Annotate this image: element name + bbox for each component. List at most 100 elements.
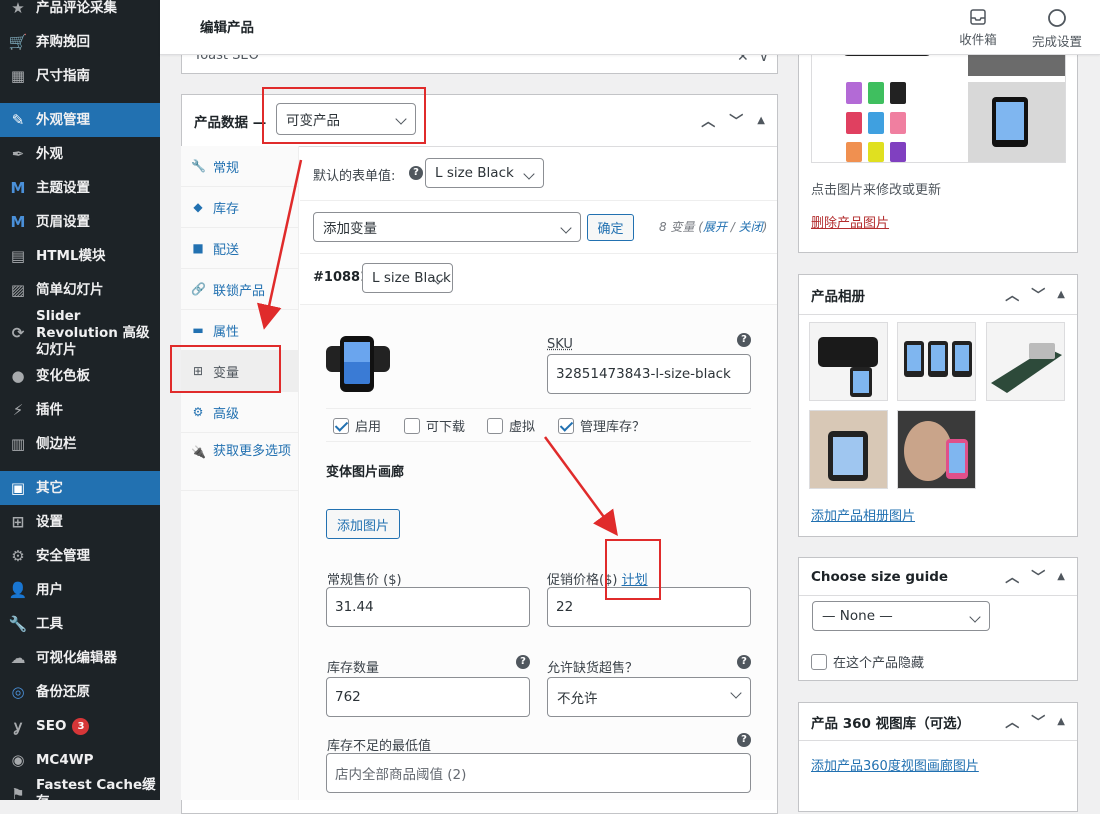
- sidebar-item-seo[interactable]: ỿ SEO 3: [0, 709, 160, 743]
- sidebar-item-mc4wp[interactable]: ◉ MC4WP: [0, 743, 160, 777]
- tab-inventory[interactable]: ◆ 库存: [181, 187, 298, 228]
- variation-image[interactable]: [326, 332, 390, 394]
- sidebar-item-users[interactable]: 👤 用户: [0, 573, 160, 607]
- gallery-thumb[interactable]: [809, 410, 888, 489]
- downloadable-checkbox[interactable]: 可下载: [404, 416, 465, 435]
- variation-options-row: [326, 408, 751, 442]
- sidebar-item-sidebars[interactable]: ▥ 侧边栏: [0, 427, 160, 461]
- page-title: 编辑产品: [200, 20, 254, 36]
- sidebar-item-swatches[interactable]: ● 变化色板: [0, 359, 160, 393]
- remove-image-link[interactable]: 删除产品图片: [811, 212, 889, 231]
- gallery-thumb-image: [818, 337, 878, 397]
- hide-size-guide-checkbox[interactable]: 在这个产品隐藏: [811, 652, 924, 671]
- sidebar-item-cart-recovery[interactable]: 🛒 弃购挽回: [0, 25, 160, 59]
- product-gallery-box: 产品相册 ︿ ﹀ ▲ 添加产品相册图片: [798, 274, 1078, 537]
- default-form-select[interactable]: L size Black: [425, 158, 544, 188]
- link-icon: 🔗: [191, 282, 206, 296]
- collapse-icon[interactable]: ▲: [1057, 716, 1065, 727]
- add-gallery-link[interactable]: 添加产品相册图片: [811, 505, 915, 524]
- blocks-icon: ▤: [10, 246, 26, 265]
- sidebar-item-slider-revolution[interactable]: ⟳ Slider Revolution 高级幻灯片: [0, 307, 160, 359]
- inbox-button[interactable]: 收件箱: [943, 6, 1013, 48]
- sidebar-item-size-guide[interactable]: ▦ 尺寸指南: [0, 59, 160, 93]
- collapse-icon[interactable]: ▲: [1057, 571, 1065, 582]
- sidebar-item-slides[interactable]: ▨ 简单幻灯片: [0, 273, 160, 307]
- sidebar-item-cache[interactable]: ⚑Fastest Cache缓存: [0, 777, 160, 800]
- sidebar-item-visual-editor[interactable]: ☁ 可视化编辑器: [0, 641, 160, 675]
- help-icon: ?: [737, 733, 751, 747]
- tab-advanced[interactable]: ⚙ 高级: [181, 392, 298, 433]
- sidebar-item-theme-settings[interactable]: M 主题设置: [0, 171, 160, 205]
- tab-linked-products[interactable]: 🔗 联锁产品: [181, 269, 298, 310]
- regular-price-label: 常规售价 ($): [327, 573, 402, 588]
- expand-link[interactable]: 展开: [703, 220, 727, 234]
- variation-attribute-select[interactable]: L size Black: [362, 263, 453, 293]
- variation-id: #10881: [313, 270, 370, 285]
- move-down-icon[interactable]: ﹀: [729, 111, 743, 131]
- regular-price-input[interactable]: 31.44: [326, 587, 530, 627]
- sidebar-item-appearance-manage[interactable]: ✎ 外观管理: [0, 103, 160, 137]
- collapse-icon[interactable]: ▲: [1057, 289, 1065, 300]
- sidebar-item-settings[interactable]: ⊞ 设置: [0, 505, 160, 539]
- confirm-button[interactable]: 确定: [587, 214, 634, 241]
- add-360-link[interactable]: 添加产品360度视图画廊图片: [811, 755, 979, 774]
- sidebar-item-reviews[interactable]: ★ 产品评论采集: [0, 0, 160, 25]
- tab-attributes[interactable]: ▬ 属性: [181, 310, 298, 351]
- tab-shipping[interactable]: ■ 配送: [181, 228, 298, 269]
- backorder-select[interactable]: 不允许: [547, 677, 751, 717]
- size-guide-select[interactable]: — None —: [812, 601, 990, 631]
- variation-gallery-title: 变体图片画廊: [326, 465, 405, 480]
- gallery-thumb[interactable]: [986, 322, 1065, 401]
- virtual-checkbox[interactable]: 虚拟: [487, 416, 535, 435]
- finish-setup-button[interactable]: 完成设置: [1022, 6, 1092, 50]
- move-up-icon[interactable]: ︿: [1005, 712, 1019, 732]
- sku-input[interactable]: 32851473843-l-size-black: [547, 354, 751, 394]
- admin-sidebar: ★ 产品评论采集 🛒 弃购挽回 ▦ 尺寸指南 ✎ 外观管理 ✒ 外观 M 主题设置 M 页眉设…: [0, 0, 160, 800]
- sidebar-icon: ▥: [10, 434, 26, 453]
- tab-get-more-options[interactable]: 🔌 获取更多选项: [181, 433, 298, 491]
- plugin-icon: ⚡: [12, 400, 24, 419]
- tab-general[interactable]: 🔧 常规: [181, 146, 298, 187]
- size-guide-title: Choose size guide: [811, 568, 949, 585]
- move-up-icon[interactable]: ︿: [701, 111, 715, 131]
- gallery-title: 产品相册: [811, 288, 865, 305]
- sidebar-item-backup[interactable]: ◎ 备份还原: [0, 675, 160, 709]
- divider: [300, 200, 777, 201]
- gallery-thumb[interactable]: [897, 410, 976, 489]
- sidebar-item-other[interactable]: ▣ 其它: [0, 471, 160, 505]
- seo-count-badge: 3: [72, 717, 90, 735]
- move-down-icon[interactable]: ﹀: [1031, 712, 1045, 732]
- sale-price-input[interactable]: 22: [547, 587, 751, 627]
- help-icon: ?: [737, 333, 751, 347]
- sidebar-item-tools[interactable]: 🔧 工具: [0, 607, 160, 641]
- sidebar-item-appearance[interactable]: ✒ 外观: [0, 137, 160, 171]
- move-down-icon[interactable]: ﹀: [1031, 567, 1045, 587]
- gallery-thumb[interactable]: [897, 322, 976, 401]
- move-down-icon[interactable]: ﹀: [1031, 285, 1045, 305]
- sidebar-item-plugins[interactable]: ⚡ 插件: [0, 393, 160, 427]
- collapse-icon[interactable]: ▲: [757, 115, 765, 126]
- add-image-button[interactable]: 添加图片: [326, 509, 400, 539]
- gallery-thumb-image: [904, 341, 972, 377]
- progress-circle-icon: [1048, 9, 1066, 27]
- product-image[interactable]: [811, 41, 1066, 163]
- product-type-select[interactable]: 可变产品: [276, 103, 416, 135]
- stock-quantity-input[interactable]: 762: [326, 677, 530, 717]
- schedule-link[interactable]: 计划: [622, 573, 648, 588]
- gear-icon: ⚙: [11, 546, 25, 565]
- add-variation-select[interactable]: 添加变量: [313, 212, 581, 242]
- gallery-thumb[interactable]: [809, 322, 888, 401]
- wrench-icon: ✒: [11, 144, 25, 163]
- sidebar-item-html-blocks[interactable]: ▤ HTML模块: [0, 239, 160, 273]
- enabled-checkbox[interactable]: 启用: [333, 416, 381, 435]
- manage-stock-checkbox[interactable]: 管理库存？: [558, 416, 645, 435]
- sidebar-item-header-settings[interactable]: M 页眉设置: [0, 205, 160, 239]
- m-logo-icon: M: [10, 178, 26, 197]
- move-up-icon[interactable]: ︿: [1005, 285, 1019, 305]
- tab-variations[interactable]: ⊞ 变量: [181, 351, 298, 392]
- sidebar-item-security[interactable]: ⚙ 安全管理: [0, 539, 160, 573]
- low-stock-input[interactable]: 店内全部商品阈值 (2): [326, 753, 751, 793]
- close-link[interactable]: 关闭: [739, 220, 763, 234]
- armband-product-image: [326, 336, 390, 392]
- move-up-icon[interactable]: ︿: [1005, 567, 1019, 587]
